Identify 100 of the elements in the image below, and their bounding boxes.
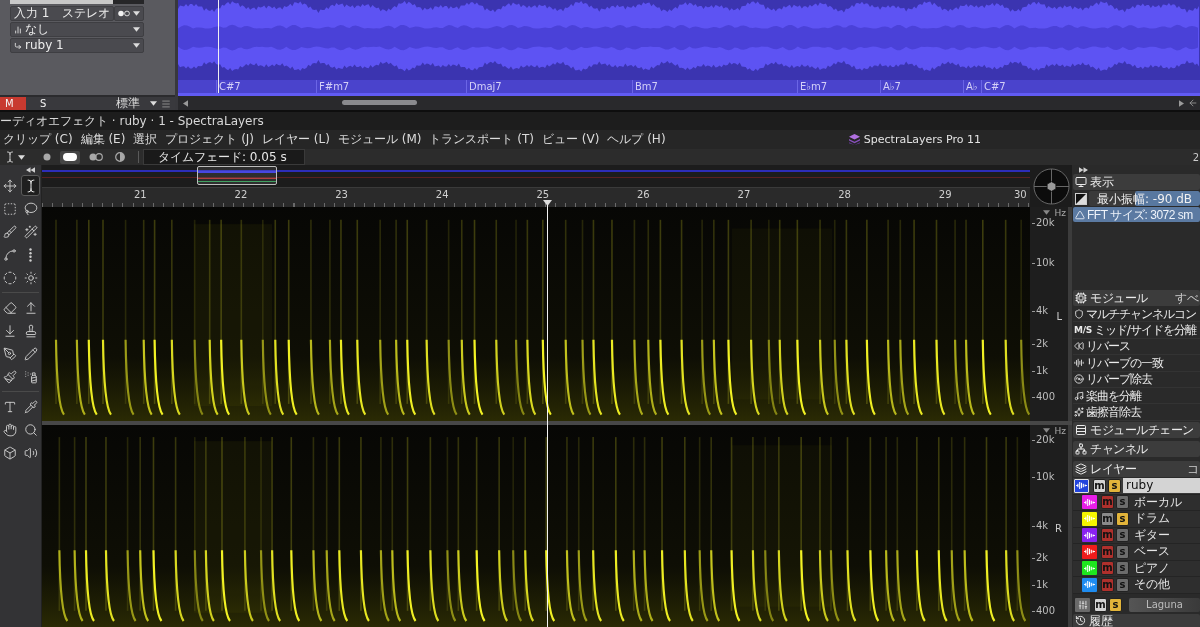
menu-item[interactable]: 編集 (E) — [80, 132, 126, 147]
solo-button[interactable]: s — [1109, 597, 1122, 612]
cube-icon — [2, 445, 17, 460]
input-dropdown[interactable]: 入力 1 ステレオ — [10, 6, 114, 21]
menu-item[interactable]: クリップ (C) — [3, 132, 73, 147]
solo-button[interactable]: s — [1116, 495, 1129, 510]
solo-button[interactable]: s — [1116, 512, 1129, 526]
layer-row[interactable]: m s ドラム — [1073, 511, 1200, 528]
insert-dropdown[interactable]: なし — [10, 22, 144, 37]
gradient-square-icon — [1075, 192, 1087, 205]
module-item[interactable]: 歯擦音除去 — [1073, 404, 1200, 421]
menu-item[interactable]: モジュール (M) — [337, 132, 422, 147]
text-cursor-icon — [4, 151, 16, 163]
section-header[interactable]: チャンネル — [1073, 440, 1200, 457]
fader-track[interactable] — [10, 0, 144, 4]
stereo-dropdown[interactable] — [114, 6, 144, 21]
down-triangle-icon — [1043, 428, 1050, 433]
music-note-icon — [1074, 390, 1084, 401]
frequency-label: 2k — [1032, 552, 1049, 563]
menu-item[interactable]: プロジェクト (J) — [165, 132, 255, 147]
mode-button[interactable] — [60, 150, 80, 164]
fft-size-field[interactable]: FFT サイズ: 3072 sm — [1073, 207, 1200, 222]
module-item[interactable]: マルチチャンネルコン — [1073, 306, 1200, 323]
mute-button[interactable]: m — [1093, 478, 1106, 493]
arrow-down-icon — [2, 323, 17, 338]
search-icon — [23, 422, 38, 437]
right-triangle-icon[interactable] — [1179, 99, 1184, 107]
layers-logo-icon — [848, 134, 860, 145]
double-triangle-icon[interactable] — [26, 167, 35, 173]
navigation-dial[interactable] — [1032, 167, 1070, 205]
hand-icon — [2, 422, 17, 437]
disc-icon — [1074, 374, 1084, 385]
ruler-label: 29 — [938, 189, 952, 201]
channel-label: L — [1056, 311, 1062, 322]
ruler-label: 21 — [134, 189, 147, 201]
view-dropdown[interactable]: 標準 — [112, 97, 161, 110]
menu-item[interactable]: ヘルプ (H) — [607, 132, 666, 147]
dot-ring-icon — [89, 153, 103, 161]
action-label[interactable]: コ — [1186, 461, 1198, 476]
solo-button[interactable]: s — [1108, 478, 1121, 493]
ms-label: M/S — [1074, 324, 1092, 336]
section-header[interactable]: 表示 — [1073, 174, 1200, 190]
spray-can-icon — [23, 369, 38, 384]
scrollbar-thumb[interactable] — [342, 100, 417, 105]
solo-button[interactable]: s — [1116, 578, 1129, 592]
ruler-label: 26 — [637, 189, 650, 201]
time-fade-field[interactable]: タイムフェード: 0.05 s — [143, 149, 305, 165]
timeline-ruler[interactable]: 21 22 23 24 25 26 27 28 29 30 — [42, 187, 1030, 207]
arrow-left-icon[interactable] — [1188, 98, 1198, 108]
dot-icon — [43, 153, 51, 161]
ruler-label: 23 — [335, 189, 348, 201]
layer-name: ドラム — [1133, 511, 1171, 527]
menu-item[interactable]: 選択 — [133, 132, 158, 147]
number-label: 2 — [1192, 151, 1199, 163]
module-item[interactable]: リバーブの一致 — [1073, 355, 1200, 372]
paintbrush-icon — [2, 369, 17, 384]
solo-button[interactable]: s — [1116, 545, 1129, 559]
monitor-icon — [1075, 176, 1087, 188]
layer-row[interactable]: m s その他 — [1073, 577, 1200, 594]
section-header[interactable]: レイヤー コ — [1073, 460, 1200, 477]
section-header[interactable]: モジュール すべ — [1073, 290, 1200, 306]
double-triangle-icon[interactable] — [1079, 166, 1088, 173]
layer-name: ベース — [1133, 544, 1171, 560]
curve-icon — [2, 247, 17, 262]
layer-row[interactable]: m s ruby — [1073, 477, 1200, 495]
half-circle-icon — [115, 152, 125, 162]
layer-row[interactable]: m s ベース — [1073, 544, 1200, 561]
solo-button[interactable]: S — [26, 97, 60, 110]
mode-button[interactable] — [112, 150, 128, 164]
caret-icon — [18, 154, 25, 160]
module-item[interactable]: リバーブ除去 — [1073, 371, 1200, 388]
viewport-frame[interactable] — [197, 166, 277, 185]
module-item[interactable]: リバース — [1073, 338, 1200, 356]
layer-name: その他 — [1133, 577, 1171, 593]
ruler-label: 25 — [536, 189, 550, 201]
solo-button[interactable]: s — [1116, 561, 1129, 576]
unit-label: Hz — [1054, 208, 1066, 218]
speaker-icon — [23, 445, 38, 460]
preset-field[interactable]: Laguna — [1129, 597, 1200, 612]
section-header[interactable]: モジュールチェーン — [1073, 421, 1200, 438]
magic-wand-icon — [23, 224, 38, 239]
solo-button[interactable]: s — [1116, 528, 1129, 543]
menu-item[interactable]: トランスポート (T) — [429, 132, 534, 147]
pencil-icon — [23, 346, 38, 361]
playhead-marker[interactable] — [543, 200, 552, 627]
ruler-label: 30 — [1014, 189, 1027, 201]
output-dropdown[interactable]: ruby 1 — [10, 38, 144, 53]
section-header[interactable]: 履歴 — [1073, 613, 1200, 627]
mute-button[interactable]: M — [0, 97, 26, 110]
menu-item[interactable]: ビュー (V) — [541, 132, 600, 147]
unit-label: Hz — [1054, 426, 1066, 436]
triangle-icon — [1075, 209, 1085, 220]
left-triangle-icon[interactable] — [183, 99, 188, 107]
menu-item[interactable]: レイヤー (L) — [262, 132, 330, 147]
mute-button[interactable]: m — [1094, 597, 1107, 612]
filter-label[interactable]: すべ — [1175, 291, 1198, 305]
toggle-switch-icon — [118, 10, 130, 17]
mute-button[interactable]: m — [1101, 512, 1114, 526]
module-item[interactable]: 楽曲を分離 — [1073, 387, 1200, 405]
tool-button[interactable] — [21, 175, 40, 196]
